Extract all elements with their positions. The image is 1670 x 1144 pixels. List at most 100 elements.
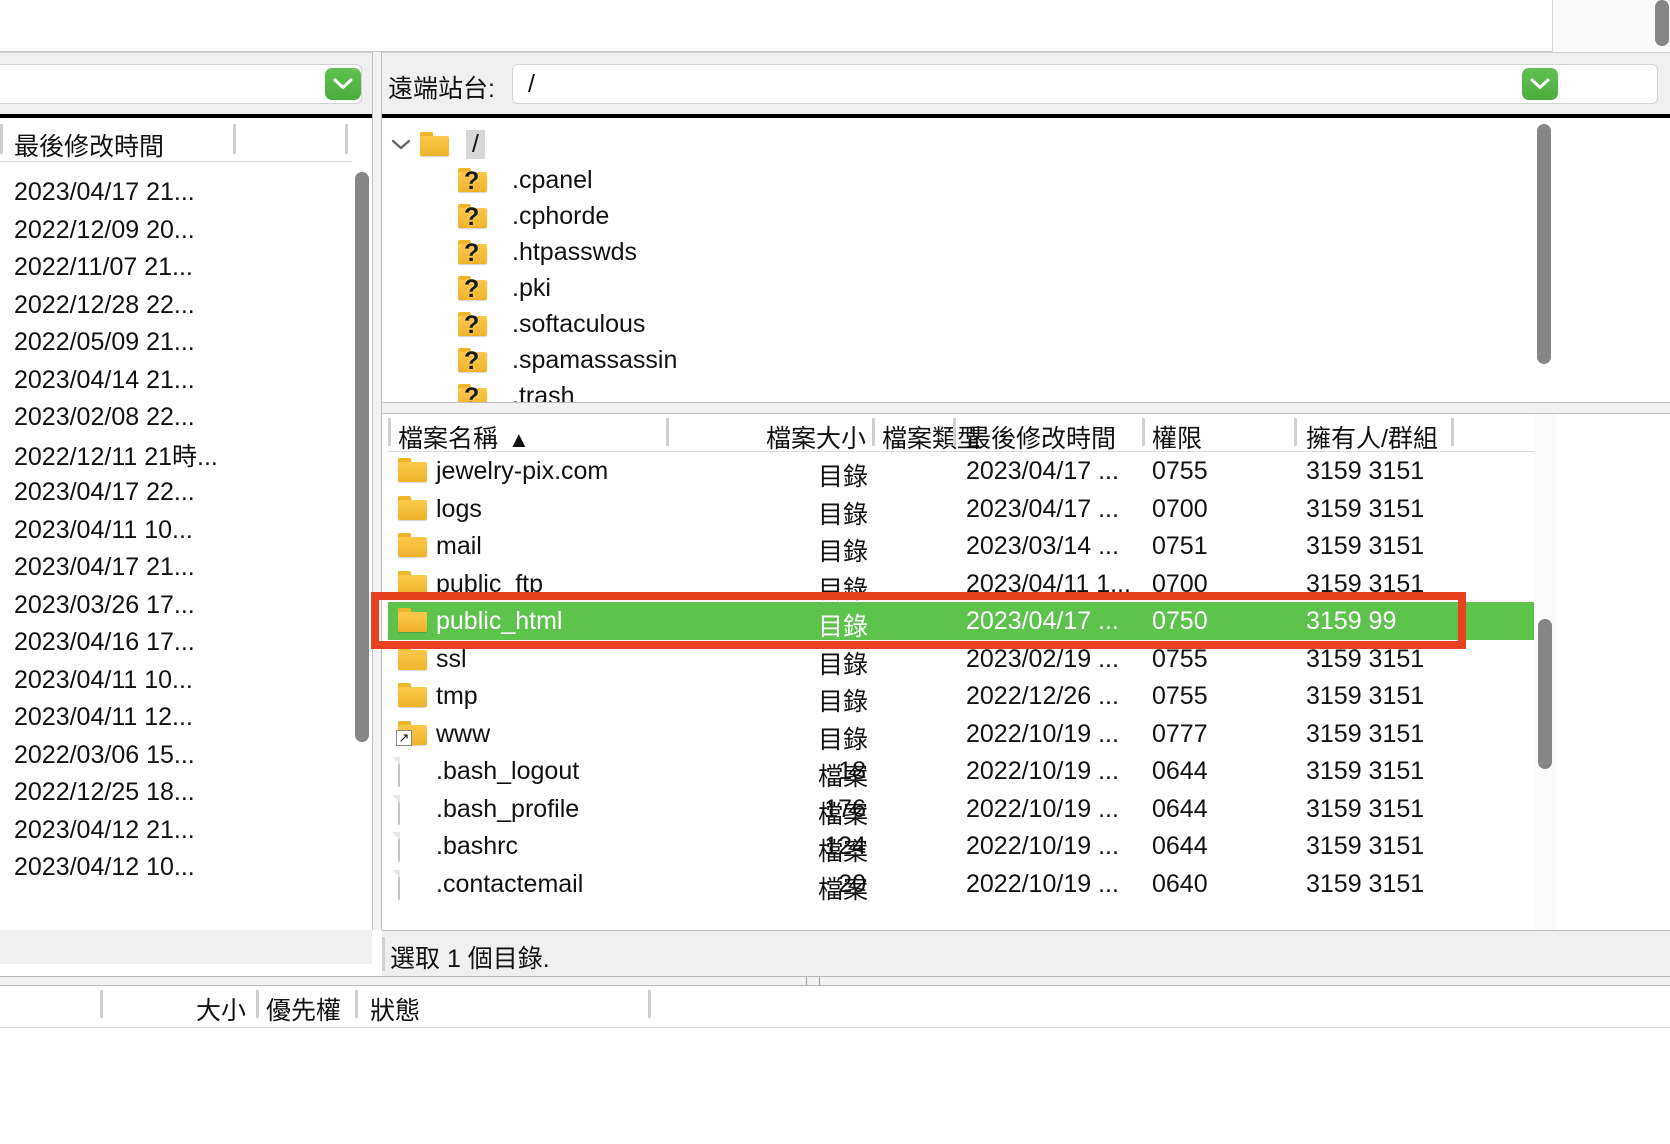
- list-item[interactable]: 2023/03/26 17...: [0, 587, 352, 625]
- table-row[interactable]: ↗ www 目錄 2022/10/19 ... 0777 3159 3151: [388, 715, 1534, 754]
- remote-path-input[interactable]: /: [512, 64, 1658, 104]
- list-item[interactable]: 2023/02/08 22...: [0, 399, 352, 437]
- local-list-scrollbar-thumb[interactable]: [355, 172, 369, 742]
- tree-item-trash[interactable]: ? .trash: [382, 378, 1534, 402]
- local-row-modified: 2023/04/16 17...: [14, 628, 195, 657]
- column-separator[interactable]: [100, 990, 103, 1018]
- column-separator[interactable]: [355, 990, 358, 1018]
- cell-permissions: 0644: [1152, 757, 1208, 785]
- list-item[interactable]: 2022/03/06 15...: [0, 737, 352, 775]
- table-row[interactable]: jewelry-pix.com 目錄 2023/04/17 ... 0755 3…: [388, 452, 1534, 491]
- local-row-modified: 2023/04/17 21...: [14, 178, 195, 207]
- column-separator[interactable]: [233, 124, 236, 154]
- column-separator: [382, 937, 385, 971]
- column-header-modified[interactable]: 最後修改時間: [966, 419, 1116, 455]
- column-header-size[interactable]: 檔案大小: [706, 419, 866, 455]
- column-separator[interactable]: [256, 990, 259, 1018]
- tree-item-cpanel[interactable]: ? .cpanel: [382, 162, 1534, 198]
- tree-item-cphorde[interactable]: ? .cphorde: [382, 198, 1534, 234]
- chevron-down-icon[interactable]: [382, 138, 420, 151]
- remote-list-scrollbar-thumb[interactable]: [1538, 619, 1552, 769]
- top-right-scrollbar-track[interactable]: [1654, 0, 1670, 52]
- list-item[interactable]: 2022/12/09 20...: [0, 212, 352, 250]
- column-separator[interactable]: [1142, 418, 1145, 446]
- list-item[interactable]: 2022/12/11 21時...: [0, 437, 352, 475]
- list-item[interactable]: 2023/04/12 10...: [0, 849, 352, 887]
- tree-item-pki[interactable]: ? .pki: [382, 270, 1534, 306]
- remote-tree-scrollbar-thumb[interactable]: [1537, 124, 1551, 364]
- column-separator[interactable]: [666, 418, 669, 446]
- queue-splitter-grip[interactable]: [806, 977, 820, 985]
- transfer-queue-body[interactable]: [0, 1028, 1670, 1144]
- local-column-modified-header[interactable]: 最後修改時間: [14, 127, 164, 163]
- table-row-selected[interactable]: public_html 目錄 2023/04/17 ... 0750 3159 …: [388, 602, 1534, 641]
- local-site-combo[interactable]: [0, 64, 362, 104]
- column-header-permissions[interactable]: 權限: [1152, 419, 1202, 455]
- column-separator[interactable]: [1451, 418, 1454, 446]
- status-message: 選取 1 個目錄.: [390, 945, 550, 973]
- list-item[interactable]: 2022/05/09 21...: [0, 324, 352, 362]
- cell-owner: 3159 99: [1306, 607, 1397, 635]
- panes-splitter[interactable]: [372, 52, 382, 930]
- list-item[interactable]: 2023/04/11 10...: [0, 662, 352, 700]
- queue-column-size[interactable]: 大小: [196, 991, 246, 1027]
- tree-item-spamassassin[interactable]: ? .spamassassin: [382, 342, 1534, 378]
- table-row[interactable]: ssl 目錄 2023/02/19 ... 0755 3159 3151: [388, 640, 1534, 679]
- list-item[interactable]: 2023/04/17 21...: [0, 549, 352, 587]
- table-row[interactable]: .bashrc 124 檔案 2022/10/19 ... 0644 3159 …: [388, 827, 1534, 866]
- cell-permissions: 0750: [1152, 607, 1208, 635]
- local-site-pane: 最後修改時間 2023/04/17 21... 2022/12/09 20...…: [0, 52, 372, 930]
- top-right-scrollbar-thumb[interactable]: [1655, 0, 1669, 46]
- column-separator[interactable]: [648, 990, 651, 1018]
- tree-item-root[interactable]: /: [382, 126, 1534, 162]
- list-item[interactable]: 2022/11/07 21...: [0, 249, 352, 287]
- cell-permissions: 0700: [1152, 569, 1208, 598]
- queue-column-priority[interactable]: 優先權: [266, 991, 341, 1027]
- table-row[interactable]: .bash_profile 176 檔案 2022/10/19 ... 0644…: [388, 790, 1534, 829]
- local-file-list[interactable]: 2023/04/17 21... 2022/12/09 20... 2022/1…: [0, 162, 352, 930]
- column-separator[interactable]: [345, 124, 348, 154]
- local-list-scrollbar-track[interactable]: [352, 162, 372, 930]
- remote-tree-scrollbar-track[interactable]: [1534, 118, 1554, 402]
- remote-path-dropdown-button[interactable]: [1522, 68, 1558, 100]
- remote-directory-tree[interactable]: / ? .cpanel ? .cphorde ? .htpasswds ? .p…: [382, 118, 1534, 402]
- list-item[interactable]: 2022/12/25 18...: [0, 774, 352, 812]
- queue-column-status[interactable]: 狀態: [370, 991, 420, 1027]
- list-item[interactable]: 2023/04/14 21...: [0, 362, 352, 400]
- table-row[interactable]: .contactemail 20 檔案 2022/10/19 ... 0640 …: [388, 865, 1534, 904]
- local-site-dropdown-button[interactable]: [325, 68, 361, 100]
- column-header-name[interactable]: 檔案名稱 ▲: [398, 419, 530, 455]
- column-separator[interactable]: [1294, 418, 1297, 446]
- remote-list-scrollbar-track[interactable]: [1534, 414, 1556, 930]
- queue-splitter[interactable]: [0, 976, 1670, 986]
- column-separator[interactable]: [388, 418, 391, 446]
- local-list-header: 最後修改時間: [0, 118, 352, 162]
- list-item[interactable]: 2023/04/17 21...: [0, 174, 352, 212]
- tree-item-htpasswds[interactable]: ? .htpasswds: [382, 234, 1534, 270]
- file-icon: [398, 757, 400, 787]
- list-item[interactable]: 2023/04/11 12...: [0, 699, 352, 737]
- folder-icon: [398, 458, 428, 482]
- table-row[interactable]: mail 目錄 2023/03/14 ... 0751 3159 3151: [388, 527, 1534, 566]
- list-item[interactable]: 2023/04/16 17...: [0, 624, 352, 662]
- remote-tree-list-splitter[interactable]: [382, 402, 1670, 414]
- table-row[interactable]: public_ftp 目錄 2023/04/11 1... 0700 3159 …: [388, 565, 1534, 604]
- local-row-modified: 2023/04/17 21...: [14, 553, 195, 582]
- column-separator[interactable]: [953, 418, 956, 446]
- column-separator[interactable]: [872, 418, 875, 446]
- remote-file-list[interactable]: jewelry-pix.com 目錄 2023/04/17 ... 0755 3…: [388, 452, 1534, 930]
- table-row[interactable]: tmp 目錄 2022/12/26 ... 0755 3159 3151: [388, 677, 1534, 716]
- column-separator[interactable]: [0, 124, 3, 154]
- cell-owner: 3159 3151: [1306, 569, 1425, 598]
- column-header-owner[interactable]: 擁有人/群組: [1306, 419, 1438, 455]
- tree-item-softaculous[interactable]: ? .softaculous: [382, 306, 1534, 342]
- list-item[interactable]: 2023/04/12 21...: [0, 812, 352, 850]
- list-item[interactable]: 2023/04/17 22...: [0, 474, 352, 512]
- local-row-modified: 2023/04/11 10...: [14, 515, 193, 544]
- list-item[interactable]: 2022/12/28 22...: [0, 287, 352, 325]
- cell-permissions: 0644: [1152, 832, 1208, 860]
- folder-unknown-icon: ?: [458, 168, 488, 194]
- table-row[interactable]: logs 目錄 2023/04/17 ... 0700 3159 3151: [388, 490, 1534, 529]
- table-row[interactable]: .bash_logout 18 檔案 2022/10/19 ... 0644 3…: [388, 752, 1534, 791]
- list-item[interactable]: 2023/04/11 10...: [0, 512, 352, 550]
